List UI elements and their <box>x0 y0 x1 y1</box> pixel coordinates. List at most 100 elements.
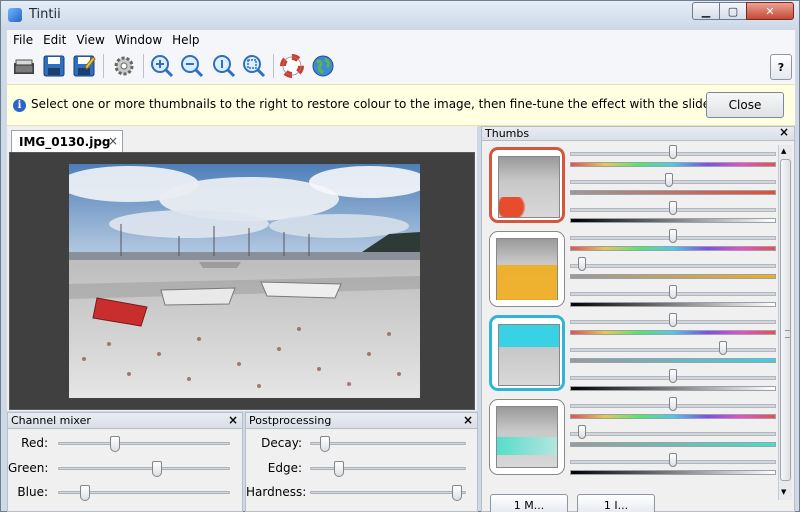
slider-gradient <box>570 470 776 475</box>
menu-help[interactable]: Help <box>172 33 199 47</box>
close-window-button[interactable]: ✕ <box>746 2 794 20</box>
menu-edit[interactable]: Edit <box>43 33 66 47</box>
hardness-slider-thumb[interactable] <box>452 485 462 501</box>
menu-file[interactable]: File <box>13 33 33 47</box>
slider-gradient <box>570 414 776 419</box>
hue-slider-4[interactable] <box>570 397 776 425</box>
channel-mixer-close-icon[interactable]: × <box>228 413 238 428</box>
tab-image-label: IMG_0130.jpg <box>19 134 111 149</box>
thumb-action-button-1[interactable]: 1 M... <box>490 494 568 512</box>
channel-mixer-title-text: Channel mixer <box>11 414 91 427</box>
slider-gradient <box>570 442 776 447</box>
decay-slider-thumb[interactable] <box>320 436 330 452</box>
thumbs-title: Thumbs × <box>482 126 794 141</box>
blue-slider[interactable] <box>58 485 230 501</box>
scroll-grip-icon <box>785 330 790 338</box>
saturation-slider-1[interactable] <box>570 173 776 201</box>
slider-gradient <box>570 358 776 363</box>
slider-thumb[interactable] <box>669 397 677 411</box>
slider-track[interactable] <box>570 180 776 184</box>
slider-gradient <box>570 162 776 167</box>
green-slider-thumb[interactable] <box>152 461 162 477</box>
slider-track[interactable] <box>570 432 776 436</box>
window-title: Tintii <box>29 7 61 22</box>
slider-thumb[interactable] <box>578 257 586 271</box>
hue-slider-1[interactable] <box>570 145 776 173</box>
thumbs-panel: Thumbs × ▲ ▼ 1 M... 1 I... <box>481 126 795 512</box>
slider-track[interactable] <box>570 264 776 268</box>
slider-thumb[interactable] <box>669 229 677 243</box>
thumbs-scrollbar-thumb[interactable] <box>780 159 791 481</box>
slider-thumb[interactable] <box>669 313 677 327</box>
saturation-slider-2[interactable] <box>570 257 776 285</box>
menu-view[interactable]: View <box>76 33 104 47</box>
decay-slider-row: Decay: <box>246 433 477 453</box>
zoom-out-icon[interactable] <box>179 53 205 79</box>
whats-this-button[interactable]: ? <box>770 54 792 80</box>
postprocessing-panel: Postprocessing × Decay: Edge: Hardness: <box>245 412 478 512</box>
blue-slider-thumb[interactable] <box>80 485 90 501</box>
zoom-in-icon[interactable] <box>149 53 175 79</box>
slider-gradient <box>570 246 776 251</box>
help-lifebuoy-icon[interactable] <box>279 53 305 79</box>
blue-slider-label: Blue: <box>17 485 48 499</box>
slider-thumb[interactable] <box>669 453 677 467</box>
globe-icon[interactable] <box>310 53 336 79</box>
settings-icon[interactable] <box>111 53 137 79</box>
lightness-slider-4[interactable] <box>570 453 776 481</box>
menu-window[interactable]: Window <box>115 33 162 47</box>
hue-slider-3[interactable] <box>570 313 776 341</box>
lightness-slider-1[interactable] <box>570 201 776 229</box>
blue-slider-row: Blue: <box>8 482 242 502</box>
slider-track[interactable] <box>570 348 776 352</box>
slider-thumb[interactable] <box>669 285 677 299</box>
zoom-fit-icon[interactable] <box>241 53 267 79</box>
postprocessing-close-icon[interactable]: × <box>463 413 473 428</box>
scroll-down-icon[interactable]: ▼ <box>781 488 786 496</box>
saturation-slider-3[interactable] <box>570 341 776 369</box>
green-slider[interactable] <box>58 461 230 477</box>
slider-thumb[interactable] <box>669 369 677 383</box>
lightness-slider-2[interactable] <box>570 285 776 313</box>
thumbs-close-icon[interactable]: × <box>779 126 789 139</box>
slider-thumb[interactable] <box>669 201 677 215</box>
scroll-up-icon[interactable]: ▲ <box>781 147 786 155</box>
toolbar-separator <box>103 54 104 78</box>
slider-thumb[interactable] <box>578 425 586 439</box>
slider-gradient <box>570 190 776 195</box>
hardness-slider[interactable] <box>310 485 466 501</box>
red-slider-thumb[interactable] <box>110 436 120 452</box>
thumbnail-3[interactable] <box>489 315 565 391</box>
zoom-actual-icon[interactable] <box>211 53 237 79</box>
save-as-icon[interactable] <box>71 53 97 79</box>
thumb-action-button-2[interactable]: 1 I... <box>577 494 655 512</box>
slider-thumb[interactable] <box>669 145 677 159</box>
thumbnail-1[interactable] <box>489 147 565 223</box>
hue-slider-2[interactable] <box>570 229 776 257</box>
slider-gradient <box>570 386 776 391</box>
image-canvas[interactable] <box>9 152 475 410</box>
lightness-slider-3[interactable] <box>570 369 776 397</box>
open-icon[interactable] <box>11 53 37 79</box>
channel-mixer-title: Channel mixer × <box>8 413 242 429</box>
minimize-button[interactable]: ▁ <box>692 2 720 20</box>
tab-image[interactable]: IMG_0130.jpg × <box>11 130 123 152</box>
edge-slider[interactable] <box>310 461 466 477</box>
thumbs-scrollbar[interactable]: ▲ ▼ <box>778 145 792 500</box>
save-icon[interactable] <box>41 53 67 79</box>
title-bar[interactable]: Tintii ▁ ▢ ✕ <box>1 1 799 29</box>
info-close-button[interactable]: Close <box>706 92 784 118</box>
info-icon: i <box>13 99 26 112</box>
edge-slider-thumb[interactable] <box>334 461 344 477</box>
thumbnail-image <box>498 156 560 218</box>
maximize-button[interactable]: ▢ <box>719 2 747 20</box>
slider-thumb[interactable] <box>719 341 727 355</box>
saturation-slider-4[interactable] <box>570 425 776 453</box>
decay-slider[interactable] <box>310 436 466 452</box>
thumbnail-2[interactable] <box>489 231 565 307</box>
tab-close-icon[interactable]: × <box>108 134 118 148</box>
slider-gradient <box>570 330 776 335</box>
red-slider[interactable] <box>58 436 230 452</box>
thumbnail-4[interactable] <box>489 399 565 475</box>
slider-thumb[interactable] <box>665 173 673 187</box>
